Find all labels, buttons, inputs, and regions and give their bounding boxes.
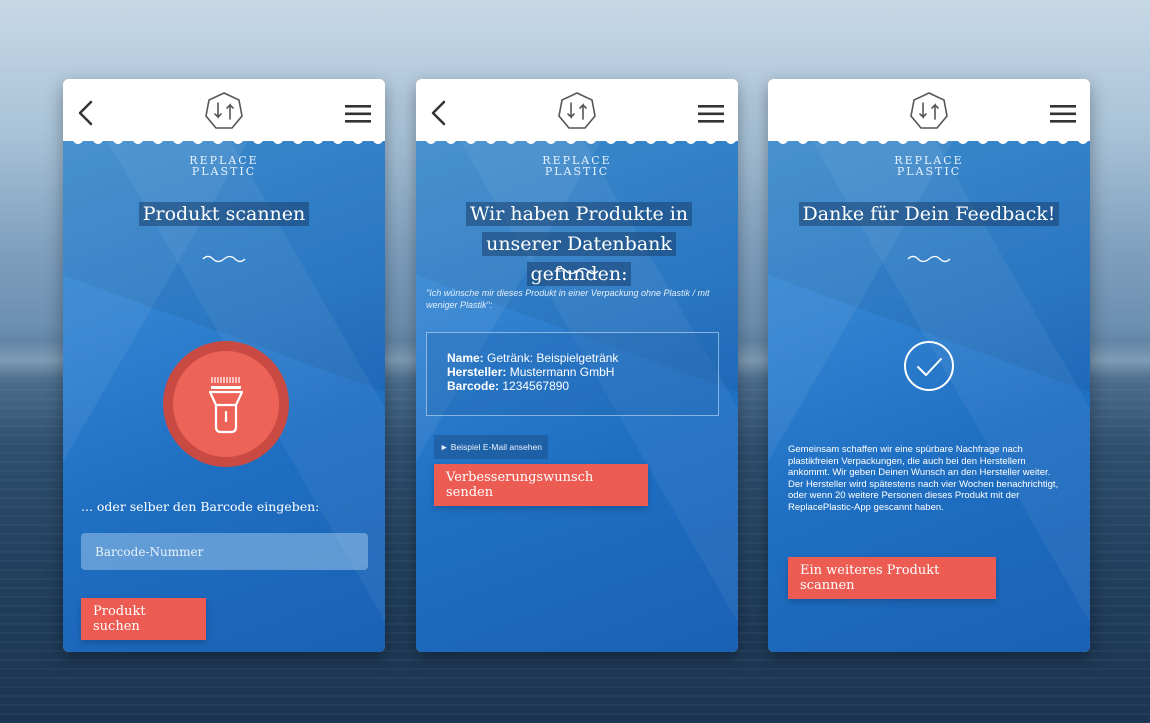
replace-plastic-logo-icon[interactable]: [204, 91, 244, 131]
barcode-scanner-icon: [208, 377, 244, 434]
barcode-input[interactable]: [81, 533, 368, 570]
wave-divider: [768, 135, 1090, 144]
screen-content: REPLACE PLASTIC Danke für Dein Feedback!…: [768, 141, 1090, 652]
squiggle-divider-icon: [907, 255, 951, 263]
page-title: Danke für Dein Feedback!: [798, 202, 1060, 226]
page-title-wrap: Danke für Dein Feedback!: [768, 199, 1090, 229]
barcode-entry-label: ... oder selber den Barcode eingeben:: [81, 499, 320, 514]
chevron-left-icon[interactable]: [428, 99, 450, 127]
example-email-link[interactable]: ► Beispiel E-Mail ansehen: [434, 435, 548, 459]
brand-line-2: PLASTIC: [191, 165, 257, 178]
page-title-wrap: Wir haben Produkte in unserer Datenbank …: [440, 199, 718, 289]
phone-screen-found: REPLACE PLASTIC Wir haben Produkte in un…: [416, 79, 738, 652]
phone-screen-scan: REPLACE PLASTIC Produkt scannen ... oder…: [63, 79, 385, 652]
replace-plastic-logo-icon[interactable]: [557, 91, 597, 131]
screen-content: REPLACE PLASTIC Wir haben Produkte in un…: [416, 141, 738, 652]
checkmark-circle-icon: [904, 341, 954, 391]
product-name-label: Name:: [447, 351, 484, 365]
hamburger-menu-icon[interactable]: [345, 105, 371, 123]
brand-logo: REPLACE PLASTIC: [768, 155, 1090, 177]
product-name-row: Name: Getränk: Beispielgetränk: [447, 351, 698, 365]
product-barcode-value: 1234567890: [502, 379, 570, 393]
scan-button[interactable]: [163, 341, 289, 467]
product-maker-value: Mustermann GmbH: [509, 365, 615, 379]
brand-line-2: PLASTIC: [896, 165, 962, 178]
product-maker-row: Hersteller: Mustermann GmbH: [447, 365, 698, 379]
hamburger-menu-icon[interactable]: [698, 105, 724, 123]
squiggle-divider-icon: [202, 255, 246, 263]
page-title: Produkt scannen: [138, 202, 310, 226]
wave-divider: [63, 135, 385, 144]
wish-quote: "Ich wünsche mir dieses Produkt in einer…: [426, 288, 710, 310]
search-product-button[interactable]: Produkt suchen: [81, 598, 206, 640]
replace-plastic-logo-icon[interactable]: [909, 91, 949, 131]
phone-screen-thanks: REPLACE PLASTIC Danke für Dein Feedback!…: [768, 79, 1090, 652]
top-bar: [416, 79, 738, 141]
product-info-box: Name: Getränk: Beispielgetränk Herstelle…: [426, 332, 719, 416]
screen-content: REPLACE PLASTIC Produkt scannen ... oder…: [63, 141, 385, 652]
product-maker-label: Hersteller:: [447, 365, 507, 379]
product-name-value: Getränk: Beispielgetränk: [487, 351, 619, 365]
product-barcode-row: Barcode: 1234567890: [447, 379, 698, 393]
squiggle-divider-icon: [555, 267, 599, 275]
send-request-button[interactable]: Verbesserungswunsch senden: [434, 464, 648, 506]
top-bar: [768, 79, 1090, 141]
thanks-paragraph: Gemeinsam schaffen wir eine spürbare Nac…: [788, 444, 1059, 513]
page-title-wrap: Produkt scannen: [63, 199, 385, 229]
top-bar: [63, 79, 385, 141]
scan-another-button[interactable]: Ein weiteres Produkt scannen: [788, 557, 996, 599]
wave-divider: [416, 135, 738, 144]
scan-button-inner: [173, 351, 279, 457]
chevron-left-icon[interactable]: [75, 99, 97, 127]
hamburger-menu-icon[interactable]: [1050, 105, 1076, 123]
brand-line-2: PLASTIC: [544, 165, 610, 178]
brand-logo: REPLACE PLASTIC: [416, 155, 738, 177]
brand-logo: REPLACE PLASTIC: [63, 155, 385, 177]
product-barcode-label: Barcode:: [447, 379, 500, 393]
